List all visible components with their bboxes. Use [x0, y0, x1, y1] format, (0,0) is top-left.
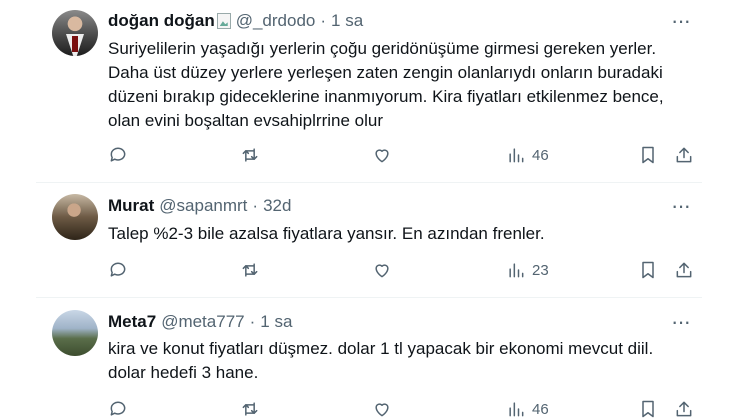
- author-handle[interactable]: @sapanmrt: [159, 196, 247, 216]
- tweet-header: doğan doğan @_drdodo · 1 sa: [108, 11, 363, 31]
- share-button[interactable]: [674, 397, 694, 420]
- tweet-text: Talep %2-3 bile azalsa fiyatlara yansır.…: [108, 222, 698, 246]
- bookmark-button[interactable]: [638, 258, 658, 282]
- reply-icon: [110, 262, 126, 277]
- views-icon: [509, 148, 524, 163]
- tweet[interactable]: Meta7 @meta777 · 1 sa ··· kira ve konut …: [0, 298, 730, 420]
- avatar-tie: [72, 36, 78, 52]
- retweet-button[interactable]: [240, 258, 260, 282]
- broken-badge-icon: [216, 13, 231, 29]
- bookmark-icon: [642, 400, 654, 418]
- author-handle[interactable]: @_drdodo: [236, 11, 316, 31]
- like-icon: [375, 264, 389, 278]
- reply-icon: [110, 147, 126, 162]
- tweet-text-line: düzeni bırakıp gideceklerine inanmıyorum…: [108, 87, 664, 106]
- like-button[interactable]: [372, 397, 392, 420]
- like-button[interactable]: [372, 258, 392, 282]
- retweet-icon: [242, 148, 258, 162]
- reply-icon: [110, 401, 126, 416]
- tweet[interactable]: Murat @sapanmrt · 32d ··· Talep %2-3 bil…: [0, 183, 730, 297]
- tweet-header: Murat @sapanmrt · 32d: [108, 196, 291, 216]
- retweet-icon: [242, 263, 258, 277]
- tweet[interactable]: doğan doğan @_drdodo · 1 sa ··· Suriyeli…: [0, 0, 730, 180]
- views-count: 46: [532, 400, 549, 418]
- share-button[interactable]: [674, 258, 694, 282]
- reply-button[interactable]: [108, 143, 128, 167]
- share-button[interactable]: [674, 143, 694, 167]
- tweet-text-line: dolar hedefi 3 hane.: [108, 363, 259, 382]
- author-name[interactable]: doğan doğan: [108, 11, 215, 31]
- views-icon: [509, 263, 524, 278]
- share-icon: [676, 147, 692, 163]
- retweet-button[interactable]: [240, 397, 260, 420]
- reply-button[interactable]: [108, 397, 128, 420]
- retweet-button[interactable]: [240, 143, 260, 167]
- views-button[interactable]: 46: [506, 143, 549, 167]
- views-button[interactable]: 23: [506, 258, 549, 282]
- share-icon: [676, 262, 692, 278]
- more-options-icon[interactable]: ···: [671, 8, 691, 34]
- timestamp[interactable]: 32d: [263, 196, 291, 216]
- views-count: 46: [532, 146, 549, 164]
- separator-dot: ·: [249, 312, 256, 331]
- more-options-icon[interactable]: ···: [671, 309, 691, 335]
- views-icon: [509, 402, 524, 417]
- views-count: 23: [532, 261, 549, 279]
- action-bar: 23: [108, 258, 698, 282]
- reply-button[interactable]: [108, 258, 128, 282]
- timestamp[interactable]: 1 sa: [260, 312, 292, 332]
- author-name[interactable]: Murat: [108, 196, 154, 216]
- avatar[interactable]: [52, 10, 98, 56]
- separator-dot: ·: [252, 196, 259, 215]
- avatar[interactable]: [52, 310, 98, 356]
- share-icon: [676, 401, 692, 417]
- action-bar: 46: [108, 143, 698, 167]
- author-name[interactable]: Meta7: [108, 312, 156, 332]
- like-button[interactable]: [372, 143, 392, 167]
- more-options-icon[interactable]: ···: [671, 193, 691, 219]
- like-icon: [375, 149, 389, 163]
- separator-dot: ·: [320, 11, 327, 30]
- tweet-text: kira ve konut fiyatları düşmez. dolar 1 …: [108, 337, 698, 385]
- tweet-header: Meta7 @meta777 · 1 sa: [108, 312, 292, 332]
- action-bar: 46: [108, 397, 698, 420]
- tweet-text: Suriyelilerin yaşadığı yerlerin çoğu ger…: [108, 37, 698, 133]
- bookmark-icon: [642, 146, 654, 164]
- tweet-text-line: Suriyelilerin yaşadığı yerlerin çoğu ger…: [108, 39, 657, 58]
- like-icon: [375, 403, 389, 417]
- bookmark-icon: [642, 261, 654, 279]
- avatar[interactable]: [52, 194, 98, 240]
- bookmark-button[interactable]: [638, 143, 658, 167]
- timestamp[interactable]: 1 sa: [331, 11, 363, 31]
- author-handle[interactable]: @meta777: [161, 312, 244, 332]
- tweet-text-line: Talep %2-3 bile azalsa fiyatlara yansır.…: [108, 224, 545, 243]
- retweet-icon: [242, 402, 258, 416]
- bookmark-button[interactable]: [638, 397, 658, 420]
- tweet-text-line: olan evini boşaltan evsahiplrrine olur: [108, 111, 383, 130]
- views-button[interactable]: 46: [506, 397, 549, 420]
- tweet-text-line: Daha üst düzey yerlere yerleşen zaten ze…: [108, 63, 663, 82]
- tweet-text-line: kira ve konut fiyatları düşmez. dolar 1 …: [108, 339, 654, 358]
